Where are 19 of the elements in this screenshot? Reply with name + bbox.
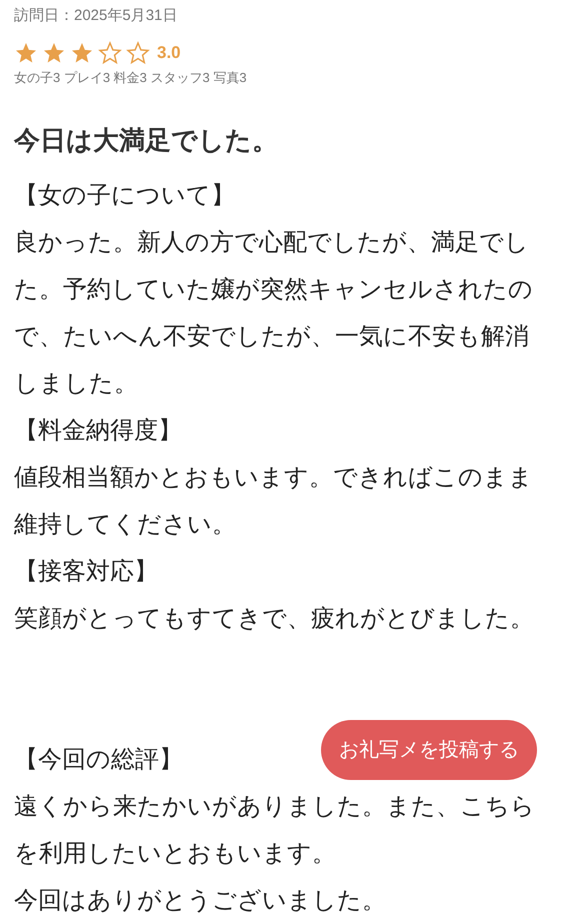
- review-title: 今日は大満足でした。: [14, 124, 279, 157]
- review-paragraph: 良かった。新人の方で心配でしたが、満足でした。予約していた嬢が突然キャンセルされたので、たいへん不安でしたが、一気に不安も解消しました。: [14, 228, 534, 399]
- star-filled-icon: [14, 40, 38, 65]
- section-heading: 【接客対応】: [14, 557, 158, 587]
- review-paragraph: 笑顔がとってもすてきで、疲れがとびました。: [14, 604, 535, 634]
- star-filled-icon: [42, 40, 66, 65]
- star-filled-icon: [70, 40, 94, 65]
- review-paragraph: 今回はありがとうございました。: [14, 886, 387, 914]
- sub-ratings: 女の子3 プレイ3 料金3 スタッフ3 写真3: [14, 68, 248, 86]
- star-outline-icon: [126, 40, 150, 65]
- post-photo-button[interactable]: お礼写メを投稿する: [321, 720, 537, 780]
- rating-score: 3.0: [157, 42, 181, 64]
- review-paragraph: 遠くから来たかいがありました。また、こちらを利用したいとおもいます。: [14, 792, 536, 869]
- section-heading: 【女の子について】: [14, 181, 235, 211]
- visit-date: 訪問日：2025年5月31日: [14, 6, 178, 26]
- section-heading: 【今回の総評】: [14, 745, 183, 775]
- star-outline-icon: [98, 40, 122, 65]
- section-heading: 【料金納得度】: [14, 416, 182, 446]
- review-paragraph: 値段相当額かとおもいます。できればこのまま維持してください。: [14, 463, 534, 540]
